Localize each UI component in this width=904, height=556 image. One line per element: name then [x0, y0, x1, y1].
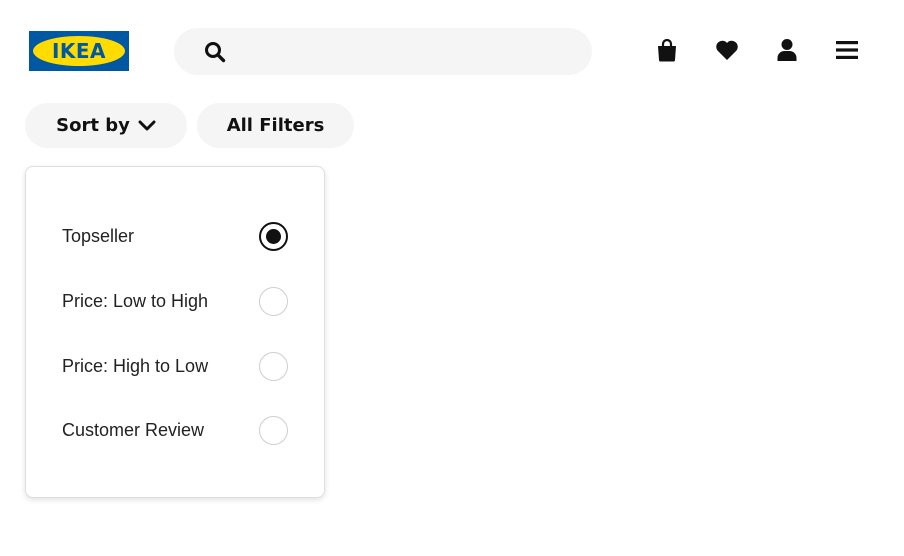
sort-option-label: Price: High to Low — [62, 355, 209, 376]
sort-by-button[interactable]: Sort by — [25, 103, 187, 148]
logo-oval: IKEA — [33, 36, 125, 66]
shopping-bag-icon[interactable] — [654, 37, 680, 63]
search-bar[interactable] — [174, 28, 592, 75]
chevron-down-icon — [138, 117, 156, 135]
ikea-logo[interactable]: IKEA — [29, 31, 129, 71]
page: IKEA Sort by All Filters Topseller Price… — [0, 0, 904, 556]
sort-option-customer-review[interactable]: Customer Review — [26, 410, 324, 450]
sort-option-price-low-high[interactable]: Price: Low to High — [26, 281, 324, 321]
radio-button[interactable] — [259, 286, 288, 316]
radio-button[interactable] — [259, 351, 288, 381]
radio-button[interactable] — [259, 415, 288, 445]
menu-icon[interactable] — [834, 37, 860, 63]
user-icon[interactable] — [774, 37, 800, 63]
sort-option-label: Price: Low to High — [62, 290, 209, 311]
search-input[interactable] — [238, 36, 572, 69]
sort-option-price-high-low[interactable]: Price: High to Low — [26, 346, 324, 386]
heart-icon[interactable] — [714, 37, 740, 63]
radio-button-selected[interactable] — [259, 221, 288, 251]
search-icon[interactable] — [204, 41, 226, 63]
all-filters-button[interactable]: All Filters — [197, 103, 354, 148]
sort-option-topseller[interactable]: Topseller — [26, 216, 324, 256]
sort-option-label: Customer Review — [62, 419, 205, 440]
all-filters-label: All Filters — [226, 115, 325, 136]
sort-option-label: Topseller — [62, 225, 135, 246]
logo-text: IKEA — [51, 39, 107, 63]
sort-by-label: Sort by — [56, 115, 130, 136]
sort-dropdown-panel: Topseller Price: Low to High Price: High… — [25, 166, 325, 498]
